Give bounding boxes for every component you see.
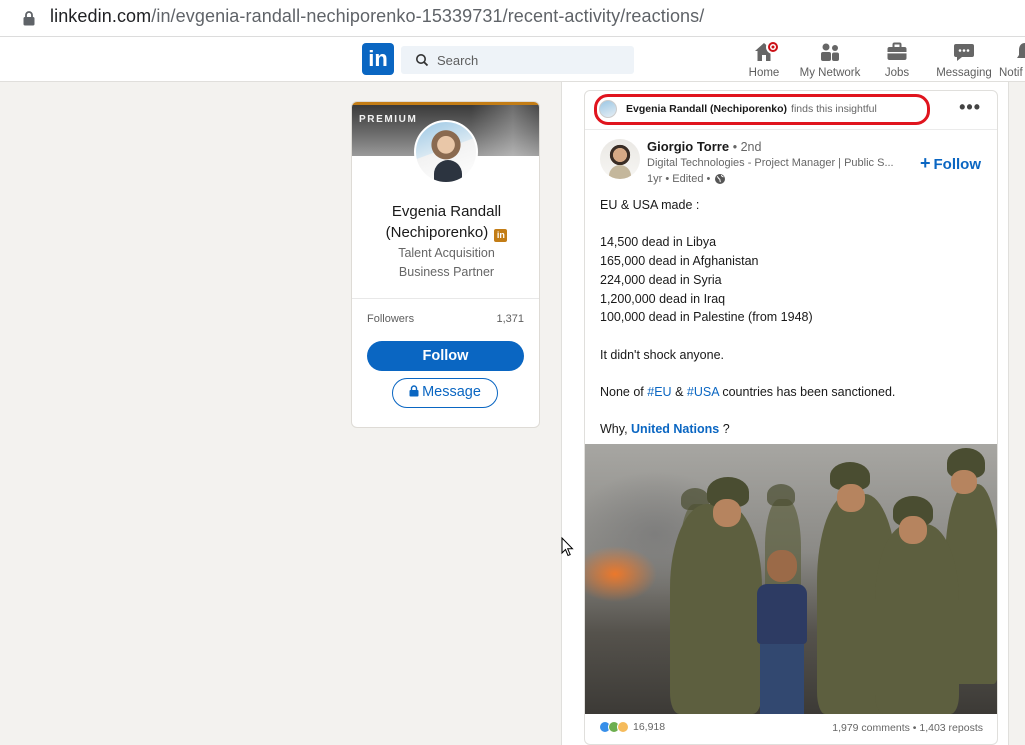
follow-author-label: Follow: [933, 156, 982, 173]
globe-icon: [715, 174, 726, 184]
nav-my-network[interactable]: My Network: [800, 40, 860, 80]
hashtag-link[interactable]: #EU: [647, 385, 671, 399]
nav-notifications-label: Notif: [999, 67, 1023, 79]
premium-label: PREMIUM: [359, 114, 418, 125]
profile-avatar[interactable]: [414, 120, 478, 184]
mouse-cursor-icon: [561, 537, 574, 557]
nav-notifications[interactable]: Notif: [999, 40, 1025, 80]
reaction-count: 16,918: [633, 721, 666, 733]
follow-author-button[interactable]: + Follow: [920, 153, 981, 174]
post-text-line: 224,000 dead in Syria: [600, 272, 722, 287]
post-text-line: 1,200,000 dead in Iraq: [600, 291, 726, 306]
premium-badge-icon: in: [494, 229, 508, 242]
search-icon: [416, 54, 429, 67]
follow-button[interactable]: Follow: [367, 341, 524, 371]
lock-icon: [23, 11, 35, 26]
search-input[interactable]: Search: [437, 53, 478, 68]
nav-jobs-label: Jobs: [884, 67, 910, 79]
author-headline: Digital Technologies - Project Manager |…: [647, 157, 894, 169]
post-image[interactable]: [585, 444, 997, 714]
post-text-fragment: countries has been sanctioned.: [718, 384, 896, 399]
red-annotation-oval: [594, 94, 930, 125]
post-timestamp: 1yr • Edited •: [647, 173, 711, 185]
author-name[interactable]: Giorgio Torre • 2nd: [647, 139, 761, 154]
profile-headline: Talent Acquisition Business Partner: [352, 244, 539, 282]
author-name-text: Giorgio Torre: [647, 139, 730, 154]
nav-jobs[interactable]: Jobs: [885, 40, 909, 80]
nav-my-network-label: My Network: [799, 67, 861, 79]
reactions-summary[interactable]: 16,918: [599, 721, 665, 733]
nav-home-label: Home: [748, 67, 780, 79]
nav-home[interactable]: Home: [748, 40, 780, 80]
url-text[interactable]: linkedin.com/in/evgenia-randall-nechipor…: [50, 6, 704, 27]
post-text-line: Why, United Nations ?: [600, 420, 990, 439]
post-stats: 16,918 1,979 comments • 1,403 reposts: [585, 719, 997, 741]
author-degree: • 2nd: [732, 140, 762, 154]
post-text-line: 100,000 dead in Palestine (from 1948): [600, 310, 813, 325]
more-options-icon[interactable]: •••: [959, 97, 981, 118]
comments-reposts[interactable]: 1,979 comments • 1,403 reposts: [832, 722, 983, 734]
bell-icon: [1017, 43, 1025, 58]
reaction-header[interactable]: Evgenia Randall (Nechiporenko) finds thi…: [594, 94, 930, 125]
briefcase-icon: [887, 42, 907, 60]
search-bar[interactable]: Search: [401, 46, 634, 74]
plus-icon: +: [919, 153, 931, 173]
followers-count: 1,371: [496, 313, 524, 325]
insightful-reaction-icon: [617, 721, 629, 733]
message-button-label: Message: [422, 384, 481, 400]
message-icon: [954, 44, 974, 61]
post-text-line: 165,000 dead in Afghanistan: [600, 254, 759, 269]
followers-label: Followers: [367, 313, 415, 325]
linkedin-navbar: in Search Home My Network Jobs Messaging…: [0, 37, 1025, 82]
url-path: /in/evgenia-randall-nechiporenko-1533973…: [151, 6, 705, 26]
message-button[interactable]: Message: [392, 378, 498, 408]
profile-headline-line2: Business Partner: [398, 265, 495, 279]
linkedin-logo[interactable]: in: [362, 43, 394, 75]
mention-link[interactable]: United Nations: [631, 422, 719, 436]
lock-icon: [409, 385, 419, 397]
browser-address-bar[interactable]: linkedin.com/in/evgenia-randall-nechipor…: [0, 0, 1025, 37]
nav-messaging-label: Messaging: [936, 67, 992, 79]
divider: [352, 298, 539, 299]
notification-badge: [766, 40, 780, 54]
hashtag-link[interactable]: #USA: [687, 385, 719, 399]
nav-messaging[interactable]: Messaging: [936, 40, 992, 80]
post-text-line: None of #EU & #USA countries has been sa…: [600, 383, 990, 402]
profile-card: PREMIUM Evgenia Randall (Nechiporenko) i…: [351, 101, 540, 428]
author-meta: 1yr • Edited •: [647, 173, 726, 185]
post-text-fragment: None of: [600, 384, 648, 399]
profile-name-line1: Evgenia Randall: [391, 203, 502, 220]
author-avatar[interactable]: [600, 139, 640, 179]
profile-name[interactable]: Evgenia Randall (Nechiporenko) in: [352, 201, 539, 243]
url-host: linkedin.com: [50, 6, 152, 26]
divider: [585, 129, 997, 130]
post-text-fragment: Why,: [600, 422, 632, 437]
post-text-fragment: ?: [719, 422, 730, 437]
post-card: Evgenia Randall (Nechiporenko) finds thi…: [584, 90, 998, 745]
profile-name-line2: (Nechiporenko): [385, 224, 489, 241]
post-text-line: EU & USA made :: [600, 198, 700, 212]
post-text-fragment: &: [671, 384, 687, 399]
post-text-line: It didn't shock anyone.: [600, 347, 724, 362]
post-text-line: 14,500 dead in Libya: [600, 235, 717, 250]
network-icon: [821, 43, 839, 61]
profile-headline-line1: Talent Acquisition: [398, 246, 495, 260]
post-text: EU & USA made : 14,500 dead in Libya 165…: [600, 196, 990, 439]
